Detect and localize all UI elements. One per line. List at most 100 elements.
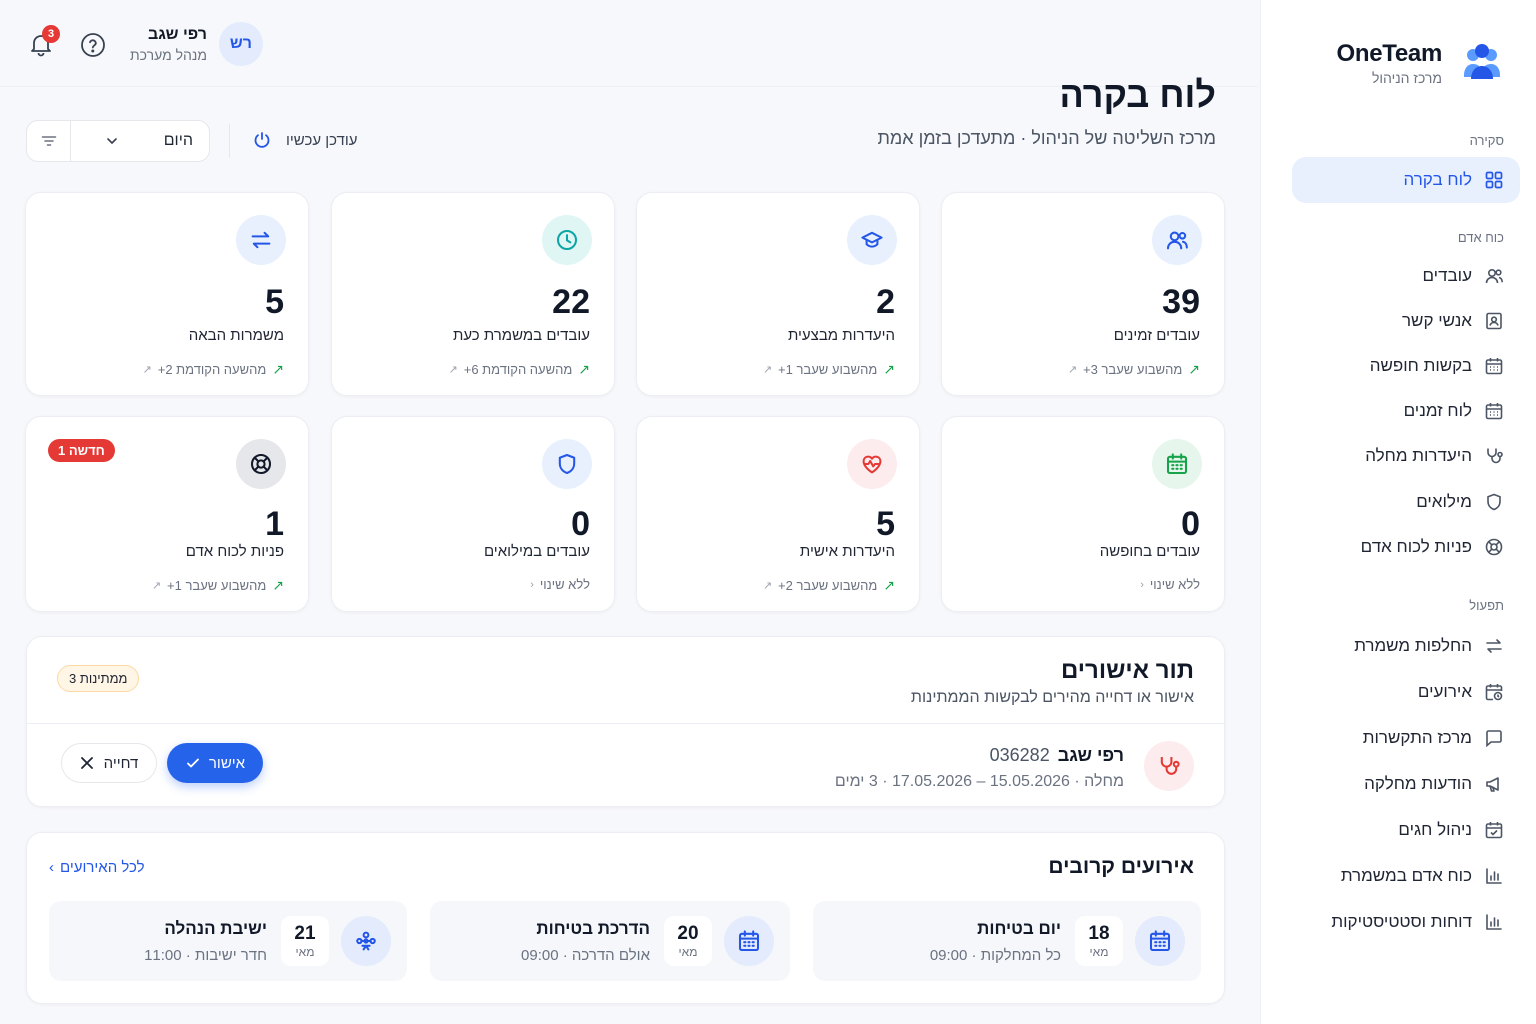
stat-trend-text: ללא שינוי (539, 577, 590, 592)
period-select[interactable]: היום (71, 132, 209, 150)
sidebar-item-contact-center[interactable]: מרכז התקשרות (1292, 715, 1520, 761)
user-role: מנהל מערכת (130, 46, 207, 63)
stat-card[interactable]: 2 היעדרות מבצעית ↗ +1 מהשבוע שעבר ↗ (636, 192, 920, 396)
swap-icon (1486, 639, 1502, 653)
chat-icon (1486, 730, 1502, 748)
event-title: הדרכת בטיחות (536, 919, 650, 938)
request-employee-name: רפי שגב (1057, 745, 1124, 765)
event-day: 20 (677, 923, 699, 944)
help-icon[interactable] (80, 32, 106, 58)
event-date: 21 מאי (281, 916, 329, 966)
event-card[interactable]: 20 מאי הדרכת בטיחות אולם הדרכה · 09:00 (430, 901, 790, 981)
user-menu[interactable]: רפי שגב מנהל מערכת רש (130, 22, 263, 66)
approve-button[interactable]: אישור (167, 743, 263, 783)
sidebar-item-announcements[interactable]: הודעות מחלקה (1292, 761, 1520, 807)
filter-button[interactable] (27, 121, 71, 161)
stat-card[interactable]: 39 עובדים זמינים ↗ +3 מהשבוע שעבר ↗ (941, 192, 1225, 396)
events-panel: אירועים קרובים ‹ לכל האירועים 18 מאי יום ב… (26, 832, 1225, 1004)
section-operations-title: תפעול (1469, 598, 1504, 613)
sidebar-item-sick-leave[interactable]: היעדרות מחלה (1292, 433, 1520, 479)
sidebar-item-label: לוח זמנים (1403, 401, 1472, 420)
trend-up-icon: ↗ (272, 577, 284, 593)
stat-label: היעדרות אישית (799, 543, 895, 560)
stat-value: 0 (571, 505, 590, 543)
stat-card[interactable]: 0 עובדים במילואים › ללא שינוי (331, 416, 615, 612)
stat-label: פניות לכוח אדם (185, 543, 284, 560)
sidebar-item-label: ניהול חגים (1398, 820, 1472, 839)
stat-trend-text: ללא שינוי (1149, 577, 1200, 592)
event-subtitle: אולם הדרכה · 09:00 (521, 947, 650, 964)
stat-icon-circle (542, 215, 592, 265)
bar-chart-icon (1486, 868, 1502, 884)
reject-button[interactable]: דחייה (61, 743, 157, 783)
stat-trend-text: +1 מהשבוע שעבר (167, 578, 267, 593)
users-icon (1166, 231, 1188, 250)
external-arrow-icon: ↗ (1067, 364, 1078, 376)
sidebar-item-shift-staffing[interactable]: כוח אדם במשמרת (1292, 853, 1520, 899)
event-card[interactable]: 18 מאי יום בטיחות כל המחלקות · 09:00 (813, 901, 1201, 981)
team-logo-icon (1464, 44, 1500, 79)
event-month: מאי (295, 945, 315, 959)
sidebar-item-reserve-duty[interactable]: מילואים (1292, 479, 1520, 525)
stat-card[interactable]: 5 משמרות הבאה ↗ +2 מהשעה הקודמת ↗ (25, 192, 309, 396)
trend-up-icon: ↗ (883, 577, 895, 593)
approve-label: אישור (208, 754, 246, 772)
brand[interactable]: OneTeam מרכז הניהול (1337, 40, 1505, 86)
sidebar-item-label: פניות לכוח אדם (1360, 537, 1472, 556)
stat-label: משמרות הבאה (188, 327, 284, 344)
stat-trend-text: +2 מהשעה הקודמת (157, 362, 267, 377)
stat-icon-circle (1152, 439, 1202, 489)
bar-chart-icon (1486, 914, 1502, 930)
request-detail: מחלה · 15.05.2026 – 17.05.2026 · 3 ימים (834, 773, 1124, 790)
calendar-icon (1166, 453, 1188, 475)
sidebar-item-holidays[interactable]: ניהול חגים (1292, 807, 1520, 853)
calendar-check-icon (1485, 822, 1503, 839)
event-subtitle: כל המחלקות · 09:00 (929, 947, 1061, 964)
refresh-button[interactable]: עודכן עכשיו (252, 130, 357, 150)
event-card[interactable]: 21 מאי ישיבת הנהלה חדר ישיבות · 11:00 (49, 901, 407, 981)
stat-card[interactable]: 1 חדשה 1 פניות לכוח אדם ↗ +1 מהשבוע שעבר ↗ (25, 416, 309, 612)
event-title: יום בטיחות (977, 919, 1061, 938)
stat-trend: ↗ +6 מהשעה הקודמת ↗ (449, 361, 590, 378)
brand-text: OneTeam מרכז הניהול (1337, 40, 1443, 86)
event-title: ישיבת הנהלה (164, 919, 267, 938)
check-icon (187, 758, 199, 768)
event-icon-circle (724, 916, 774, 966)
stat-card[interactable]: 22 עובדים במשמרת כעת ↗ +6 מהשעה הקודמת ↗ (331, 192, 615, 396)
event-icon-circle (1135, 916, 1185, 966)
user-name: רפי שגב (148, 25, 207, 43)
sidebar-item-label: היעדרות מחלה (1365, 446, 1472, 465)
sidebar-item-leave-requests[interactable]: בקשות חופשה (1292, 343, 1520, 389)
trend-up-icon: ↗ (1188, 361, 1200, 377)
sidebar-item-label: אנשי קשר (1401, 311, 1472, 330)
sidebar-item-schedule[interactable]: לוח זמנים (1292, 388, 1520, 434)
sidebar-item-shift-swaps[interactable]: החלפות משמרת (1292, 623, 1520, 669)
calendar-icon (1485, 358, 1503, 375)
stethoscope-icon (1487, 448, 1503, 464)
users-icon (1485, 268, 1503, 284)
event-icon-circle (341, 916, 391, 966)
sidebar-item-reports[interactable]: דוחות וסטטיסטיקות (1292, 899, 1520, 945)
power-refresh-icon (254, 132, 270, 148)
page-title: לוח בקרה (1059, 74, 1216, 115)
stat-label: היעדרות מבצעית (787, 327, 895, 344)
sidebar-item-contacts[interactable]: אנשי קשר (1292, 298, 1520, 344)
megaphone-icon (1486, 777, 1499, 792)
stat-card[interactable]: 5 היעדרות אישית ↗ +2 מהשבוע שעבר ↗ (636, 416, 920, 612)
external-arrow-icon: ↗ (448, 364, 458, 376)
sidebar-item-events[interactable]: אירועים (1292, 669, 1520, 715)
chevron-right-icon: › (1140, 578, 1144, 591)
external-arrow-icon: ↗ (142, 364, 152, 376)
sidebar-item-employees[interactable]: עובדים (1292, 253, 1520, 299)
reject-label: דחייה (103, 754, 139, 772)
sidebar-item-hr-inquiries[interactable]: פניות לכוח אדם (1292, 524, 1520, 570)
sidebar-item-dashboard[interactable]: לוח בקרה (1292, 157, 1520, 203)
updated-label: עודכן עכשיו (286, 131, 358, 149)
stat-trend: ↗ +1 מהשבוע שעבר ↗ (152, 577, 284, 594)
stat-icon-circle (1152, 215, 1202, 265)
stat-card[interactable]: 0 עובדים בחופשה › ללא שינוי (941, 416, 1225, 612)
sidebar-item-label: עובדים (1422, 266, 1472, 285)
avatar[interactable]: רש (218, 22, 263, 66)
all-events-link[interactable]: ‹ לכל האירועים (49, 859, 145, 876)
clock-icon (556, 229, 578, 251)
